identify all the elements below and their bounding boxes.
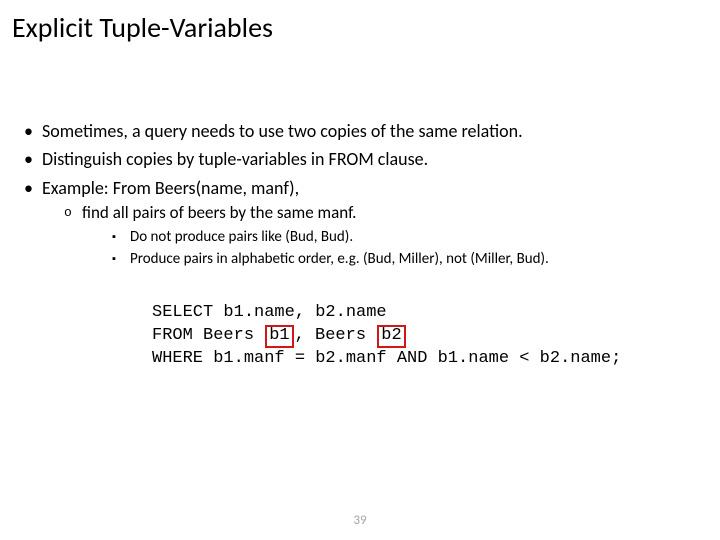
bullet-list-level2: find all pairs of beers by the same manf… [42, 202, 696, 371]
bullet-item: Produce pairs in alphabetic order, e.g. … [112, 249, 696, 269]
bullet-item: find all pairs of beers by the same manf… [64, 202, 696, 371]
bullet-text: find all pairs of beers by the same manf… [82, 202, 356, 223]
code-line-part: FROM Beers [152, 326, 264, 345]
slide-title: Explicit Tuple-Variables [0, 0, 720, 45]
highlight-b1: b1 [265, 325, 293, 348]
code-line-part: , Beers [295, 326, 377, 345]
bullet-item: Do not produce pairs like (Bud, Bud). [112, 227, 696, 247]
bullet-text: Example: From Beers(name, manf), [42, 177, 299, 199]
code-line: SELECT b1.name, b2.name [152, 303, 387, 322]
slide-body: Sometimes, a query needs to use two copi… [0, 45, 720, 371]
sql-code-block: SELECT b1.name, b2.name FROM Beers b1, B… [152, 279, 696, 371]
bullet-item: Distinguish copies by tuple-variables in… [24, 147, 696, 171]
code-line: WHERE b1.manf = b2.manf AND b1.name < b2… [152, 349, 621, 368]
highlight-b2: b2 [377, 325, 405, 348]
page-number: 39 [0, 513, 720, 528]
bullet-list-level3: Do not produce pairs like (Bud, Bud). Pr… [82, 227, 696, 270]
bullet-list-level1: Sometimes, a query needs to use two copi… [24, 119, 696, 371]
bullet-item: Sometimes, a query needs to use two copi… [24, 119, 696, 143]
bullet-item: Example: From Beers(name, manf), find al… [24, 176, 696, 371]
